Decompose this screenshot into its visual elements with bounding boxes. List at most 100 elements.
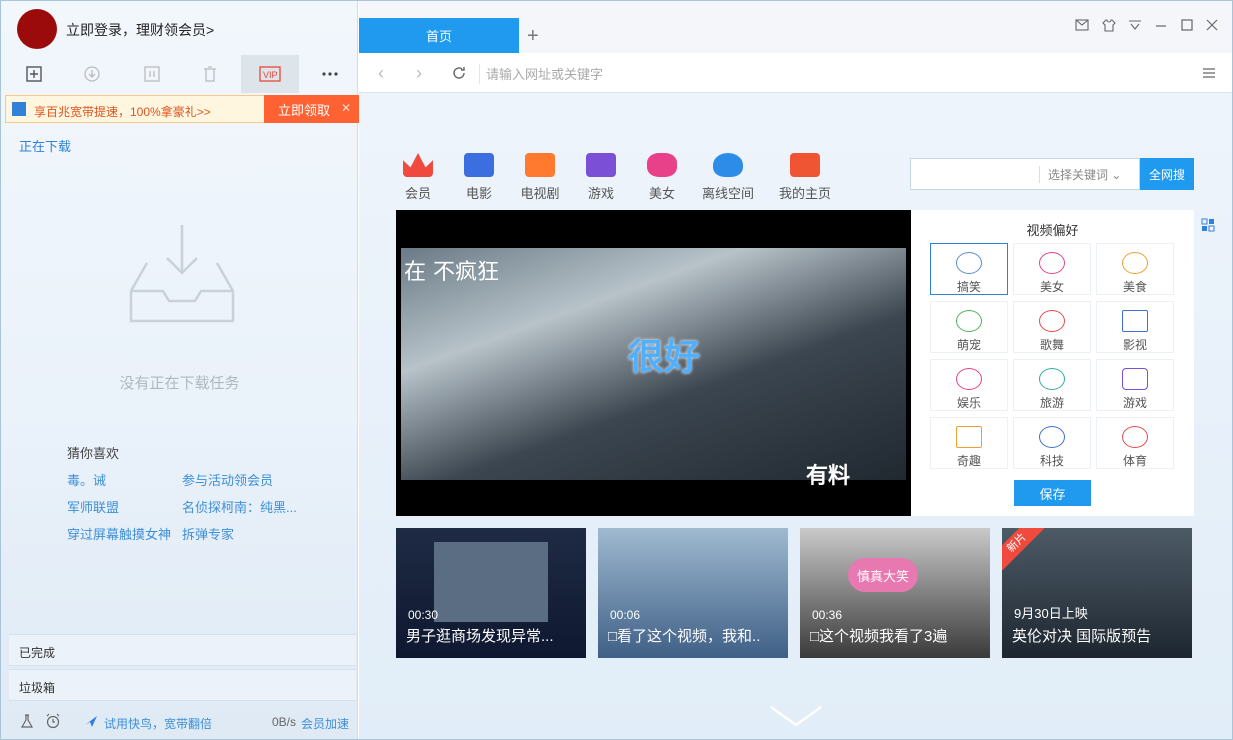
category-beauty[interactable]: 美女 [636,153,688,202]
chevron-down-icon[interactable] [769,705,823,729]
category-game[interactable]: 游戏 [575,153,627,202]
thumbnail-image [434,542,548,622]
downloading-section-title[interactable]: 正在下载 [19,136,71,155]
recommend-item[interactable]: 军师联盟 [67,497,119,516]
pref-label: 旅游 [1039,396,1064,410]
category-label: 离线空间 [702,186,755,201]
user-bar: 立即登录，理财领会员> [1,1,358,55]
preference-title: 视频偏好 [1026,223,1079,238]
svg-text:VIP: VIP [263,70,278,80]
mask-icon [647,153,677,177]
mail-icon[interactable] [1072,15,1092,35]
category-movie[interactable]: 电影 [453,153,505,202]
pref-item[interactable]: 歌舞 [1013,301,1091,353]
pause-button[interactable] [123,55,181,93]
menu-dropdown-icon[interactable] [1125,15,1145,35]
login-link[interactable]: 立即登录，理财领会员> [66,20,214,40]
save-preferences-button[interactable]: 保存 [1014,480,1091,506]
category-vip[interactable]: 会员 [392,153,444,202]
video-overlay-word: 很好 [628,336,701,377]
back-icon[interactable]: ‹ [371,63,391,83]
pref-item[interactable]: 游戏 [1096,359,1174,411]
pet-icon [956,310,982,332]
search-input[interactable]: 选择关键词 ⌄ [910,158,1140,190]
pref-label: 体育 [1122,454,1147,468]
pref-item[interactable]: 旅游 [1013,359,1091,411]
pref-item[interactable]: 搞笑 [930,243,1008,295]
food-icon [1122,252,1148,274]
recommend-item[interactable]: 拆弹专家 [182,524,234,543]
nav-bar: ‹ › 请输入网址或关键字 [359,53,1232,93]
pref-item[interactable]: 奇趣 [930,417,1008,469]
recommend-item[interactable]: 毒。诫 [67,470,106,489]
skin-icon[interactable] [1099,15,1119,35]
tv-icon [525,153,555,177]
pref-item[interactable]: 影视 [1096,301,1174,353]
thumbnail-overlay-bubble: 慎真大笑 [848,558,918,592]
pref-item[interactable]: 娱乐 [930,359,1008,411]
keyword-select[interactable]: 选择关键词 ⌄ [1039,166,1121,183]
video-caption: 在 不疯狂 [404,260,499,285]
pref-item[interactable]: 美女 [1013,243,1091,295]
search-all-button[interactable]: 全网搜 [1140,158,1194,190]
maximize-icon[interactable] [1177,15,1197,35]
start-button[interactable] [63,55,121,93]
pref-item[interactable]: 体育 [1096,417,1174,469]
pref-item[interactable]: 科技 [1013,417,1091,469]
fan-icon [1039,310,1065,332]
vip-button[interactable]: VIP [241,55,299,93]
recommend-item[interactable]: 参与活动领会员 [182,470,273,489]
avatar[interactable] [17,9,57,49]
inbox-download-icon [129,225,235,323]
category-cloud[interactable]: 离线空间 [702,153,754,202]
download-circle-icon [84,66,100,82]
refresh-icon[interactable] [449,63,469,83]
flask-icon[interactable] [19,713,35,729]
video-thumbnail[interactable]: 00:06 □看了这个视频，我和.. [598,528,788,658]
completed-section[interactable]: 已完成 [9,634,356,666]
video-thumbnail[interactable]: 新片 9月30日上映 英伦对决 国际版预告 [1002,528,1192,658]
mask-icon [1039,252,1065,274]
pref-label: 美女 [1039,280,1064,294]
alarm-clock-icon[interactable] [45,713,61,729]
url-input[interactable]: 请输入网址或关键字 [479,64,1179,84]
vip-boost-link[interactable]: 会员加速 [301,715,349,732]
delete-button[interactable] [181,55,239,93]
duration-label: 00:36 [812,608,843,622]
plus-box-icon [26,66,42,82]
duration-label: 00:06 [610,608,641,622]
grid-view-icon[interactable] [1201,218,1215,232]
recommend-item[interactable]: 名侦探柯南：纯黑... [182,497,297,516]
close-icon[interactable]: ✕ [341,101,351,115]
minimize-icon[interactable] [1151,15,1171,35]
search-all-label: 全网搜 [1148,167,1185,182]
vr-headset-icon [1039,426,1065,448]
pref-item[interactable]: 美食 [1096,243,1174,295]
close-window-icon[interactable] [1202,15,1222,35]
recommend-item[interactable]: 穿过屏幕触摸女神 [67,524,171,543]
category-label: 游戏 [587,186,614,201]
category-tv[interactable]: 电视剧 [514,153,566,202]
video-thumbnail[interactable]: 慎真大笑 00:36 □这个视频我看了3遍 [800,528,990,658]
forward-icon[interactable]: › [409,63,429,83]
pref-label: 娱乐 [956,396,981,410]
pref-item[interactable]: 萌宠 [930,301,1008,353]
more-button[interactable] [301,55,359,93]
download-panel: 立即登录，理财领会员> VIP 享百兆宽带提速，100%拿豪礼>> 立即领取 ✕… [1,1,360,739]
tab-home-label: 首页 [425,29,452,44]
new-task-button[interactable] [5,55,63,93]
cloud-icon [713,153,743,177]
featured-video[interactable]: 在 不疯狂 很好 有料 [396,210,911,516]
smile-icon [956,252,982,274]
home-content: 会员 电影 电视剧 游戏 美女 离线空间 我的主页 选择关键词 ⌄ 全网搜 在 … [359,93,1232,739]
hamburger-menu-icon[interactable] [1199,63,1219,83]
boost-link[interactable]: 试用快鸟，宽带翻倍 [104,715,212,732]
promo-banner[interactable]: 享百兆宽带提速，100%拿豪礼>> 立即领取 ✕ [5,95,360,123]
video-thumbnail[interactable]: 00:30 男子逛商场发现异常... [396,528,586,658]
new-tab-button[interactable]: + [527,25,539,48]
tab-bar: 首页 + [359,1,1232,53]
promo-text[interactable]: 享百兆宽带提速，100%拿豪礼>> [34,103,211,120]
trash-section[interactable]: 垃圾箱 [9,669,356,701]
category-my-home[interactable]: 我的主页 [774,153,836,202]
tab-home[interactable]: 首页 [359,18,519,53]
